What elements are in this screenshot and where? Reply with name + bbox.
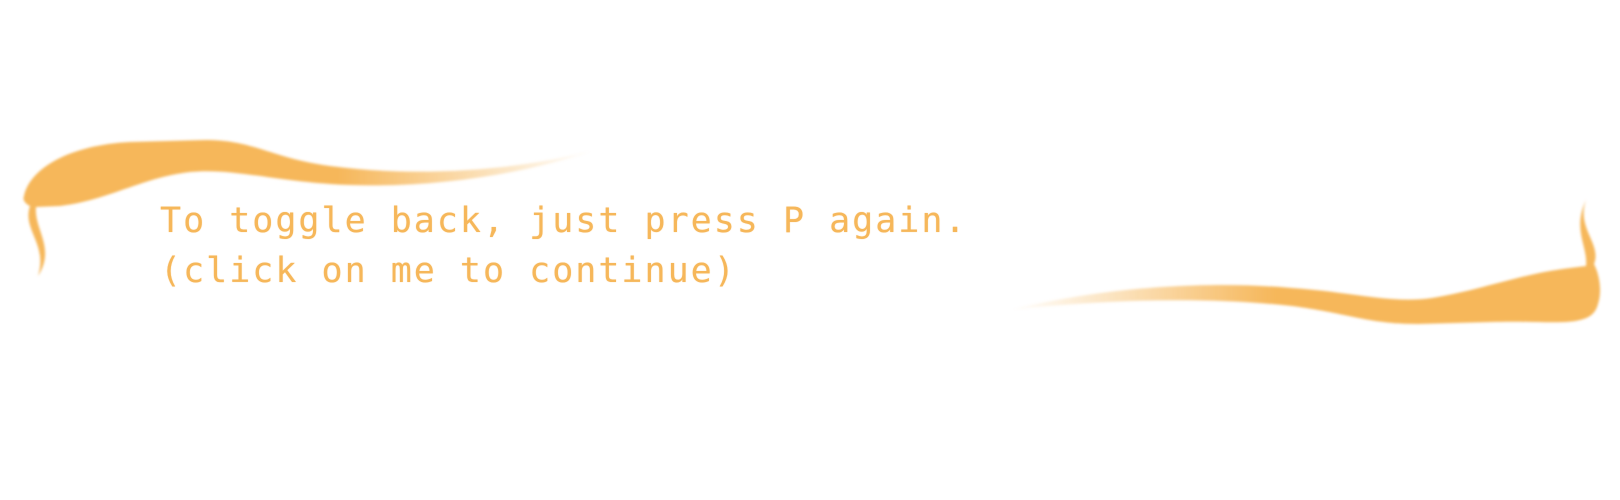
tutorial-overlay: To toggle back, just press P again. (cli… (0, 0, 1620, 500)
tutorial-message-box[interactable]: To toggle back, just press P again. (cli… (160, 196, 1060, 296)
continue-hint[interactable]: (click on me to continue) (160, 246, 1060, 296)
tutorial-message: To toggle back, just press P again. (160, 201, 968, 241)
right-brush-stroke (1010, 200, 1601, 324)
